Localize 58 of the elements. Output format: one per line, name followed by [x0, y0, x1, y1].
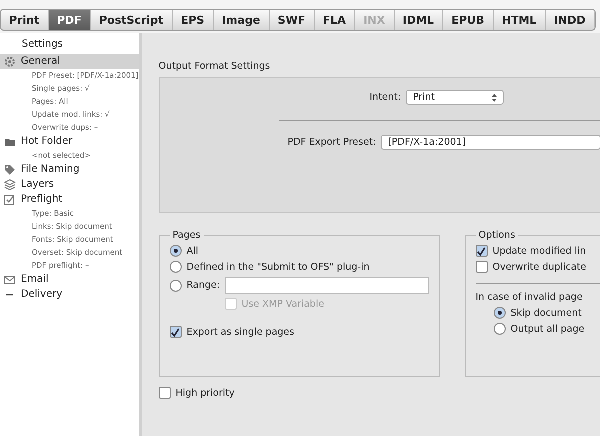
- format-tab[interactable]: Image: [214, 10, 270, 30]
- checkbox-option[interactable]: High priority: [158, 387, 600, 399]
- radio-option[interactable]: Output all page: [494, 323, 600, 335]
- intent-select[interactable]: Print: [406, 90, 504, 105]
- gear-icon: [4, 56, 16, 68]
- preset-select[interactable]: [PDF/X-1a:2001]: [381, 135, 600, 150]
- intent-label: Intent:: [370, 92, 402, 103]
- layers-icon: [4, 178, 16, 190]
- checkbox[interactable]: [476, 261, 488, 273]
- checkbox-icon: [4, 194, 16, 206]
- format-tab[interactable]: IDML: [394, 10, 444, 30]
- checkbox-option[interactable]: Update modified lin: [476, 245, 600, 257]
- format-tab[interactable]: INDD: [546, 10, 595, 30]
- radio-option[interactable]: Defined in the "Submit to OFS" plug-in: [170, 261, 431, 273]
- sidebar-item[interactable]: Layers: [0, 177, 139, 192]
- tag-icon: [4, 164, 16, 176]
- radio-button[interactable]: [170, 245, 182, 257]
- sidebar-item-label: Email: [21, 274, 49, 285]
- radio-button[interactable]: [170, 261, 182, 273]
- format-tab[interactable]: EPUB: [443, 10, 494, 30]
- radio-option[interactable]: Range:: [170, 277, 431, 294]
- format-tab[interactable]: FLA: [314, 10, 356, 30]
- range-field[interactable]: [225, 277, 430, 294]
- checkbox-option[interactable]: Overwrite duplicate: [476, 261, 600, 273]
- sidebar-item-label: Delivery: [21, 289, 63, 300]
- radio-button[interactable]: [494, 307, 506, 319]
- sidebar-item[interactable]: Email: [0, 272, 139, 287]
- format-tab[interactable]: SWF: [270, 10, 315, 30]
- radio-option[interactable]: Skip document: [494, 307, 600, 319]
- checkbox[interactable]: [170, 326, 182, 338]
- sidebar-header: Settings: [21, 38, 64, 52]
- format-tab[interactable]: EPS: [172, 10, 214, 30]
- sidebar-item[interactable]: Preflight: [0, 192, 139, 207]
- radio-button[interactable]: [494, 323, 506, 335]
- preset-label: PDF Export Preset:: [288, 137, 376, 148]
- sidebar-item-label: Hot Folder: [21, 136, 73, 147]
- sidebar-item[interactable]: General: [0, 54, 139, 69]
- checkbox-option[interactable]: Export as single pages: [170, 326, 431, 338]
- group-title: Options: [478, 230, 516, 241]
- checkbox[interactable]: [158, 387, 171, 399]
- sidebar-item-label: File Naming: [21, 164, 80, 175]
- sidebar-item[interactable]: File Naming: [0, 162, 139, 177]
- sidebar-item[interactable]: Delivery: [0, 287, 139, 302]
- group-title: Pages: [172, 230, 202, 241]
- radio-button[interactable]: [170, 280, 182, 292]
- format-tab[interactable]: PDF: [48, 10, 92, 30]
- section-title: Output Format Settings: [158, 61, 272, 72]
- sidebar-item-label: Layers: [21, 179, 54, 190]
- sidebar-item[interactable]: Hot Folder: [0, 134, 139, 149]
- invalid-page-label: In case of invalid page: [476, 292, 584, 303]
- sidebar-item-label: General: [21, 56, 60, 67]
- radio-option[interactable]: All: [170, 245, 431, 257]
- stepper-icon: [492, 94, 498, 102]
- sidebar-item-label: Preflight: [21, 194, 63, 205]
- format-tab[interactable]: HTML: [494, 10, 546, 30]
- envelope-icon: [4, 274, 16, 286]
- checkbox[interactable]: [476, 245, 488, 257]
- format-tab[interactable]: PostScript: [91, 10, 173, 30]
